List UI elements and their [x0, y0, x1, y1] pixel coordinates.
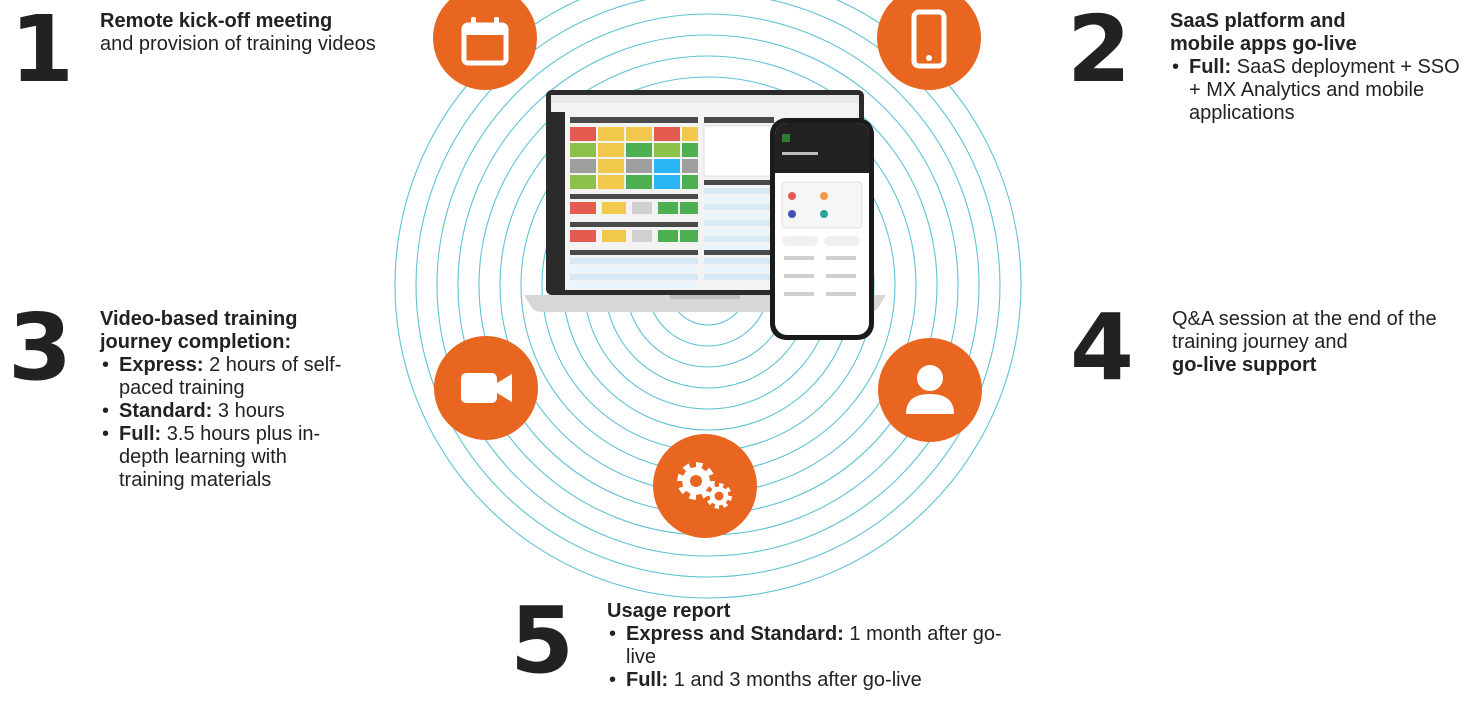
gears-circle	[653, 434, 757, 538]
step-3-bullet-label: Express:	[119, 354, 204, 376]
step-1-title: Remote kick-off meeting	[100, 10, 333, 32]
step-3-text: Video-based training journey completion:…	[100, 308, 370, 492]
step-2-number: 2	[1067, 0, 1131, 103]
video-camera-circle	[434, 336, 538, 440]
step-3-bullet-standard: Standard: 3 hours	[100, 400, 370, 423]
video-camera-icon	[461, 373, 512, 403]
step-3-number: 3	[8, 294, 72, 401]
smartphone-circle	[877, 0, 981, 90]
step-5-bullet-full: Full: 1 and 3 months after go-live	[607, 669, 1007, 692]
step-3-bullet-text: 3 hours	[217, 400, 285, 422]
step-4-emphasis: go-live support	[1172, 354, 1317, 376]
user-icon	[906, 365, 954, 414]
step-5-number: 5	[510, 587, 574, 694]
gears-icon	[677, 462, 732, 509]
smartphone-icon	[911, 9, 947, 69]
step-1-number: 1	[10, 0, 74, 103]
device-mockup	[524, 90, 886, 340]
step-3-bullet-label: Full:	[119, 423, 162, 445]
step-4-description: Q&A session at the end of the training j…	[1172, 308, 1437, 353]
step-3-bullet-express: Express: 2 hours of self-paced training	[100, 354, 349, 400]
step-2-bullet: Full: SaaS deployment + SSO + MX Analyti…	[1170, 56, 1470, 125]
step-4-text: Q&A session at the end of the training j…	[1172, 308, 1472, 377]
step-5-title: Usage report	[607, 600, 731, 622]
step-1-description: and provision of training videos	[100, 33, 376, 55]
step-2-title: SaaS platform and mobile apps go-live	[1170, 10, 1357, 55]
user-circle	[878, 338, 982, 442]
step-3-title: Video-based training journey completion:	[100, 308, 298, 353]
step-4-number: 4	[1070, 294, 1134, 401]
step-2-bullet-label: Full:	[1189, 56, 1232, 78]
step-5-bullet-text: 1 and 3 months after go-live	[673, 669, 922, 691]
step-3-bullet-label: Standard:	[119, 400, 213, 422]
step-5-text: Usage report Express and Standard: 1 mon…	[607, 600, 1007, 692]
step-5-bullet-express-standard: Express and Standard: 1 month after go-l…	[607, 623, 1006, 669]
calendar-icon	[461, 17, 509, 66]
step-3-bullet-full: Full: 3.5 hours plus in-depth learning w…	[100, 423, 354, 492]
step-1-text: Remote kick-off meeting and provision of…	[100, 10, 400, 56]
step-5-bullet-label: Full:	[626, 669, 669, 691]
calendar-circle	[433, 0, 537, 90]
step-2-text: SaaS platform and mobile apps go-live Fu…	[1170, 10, 1470, 125]
step-5-bullet-label: Express and Standard:	[626, 623, 844, 645]
